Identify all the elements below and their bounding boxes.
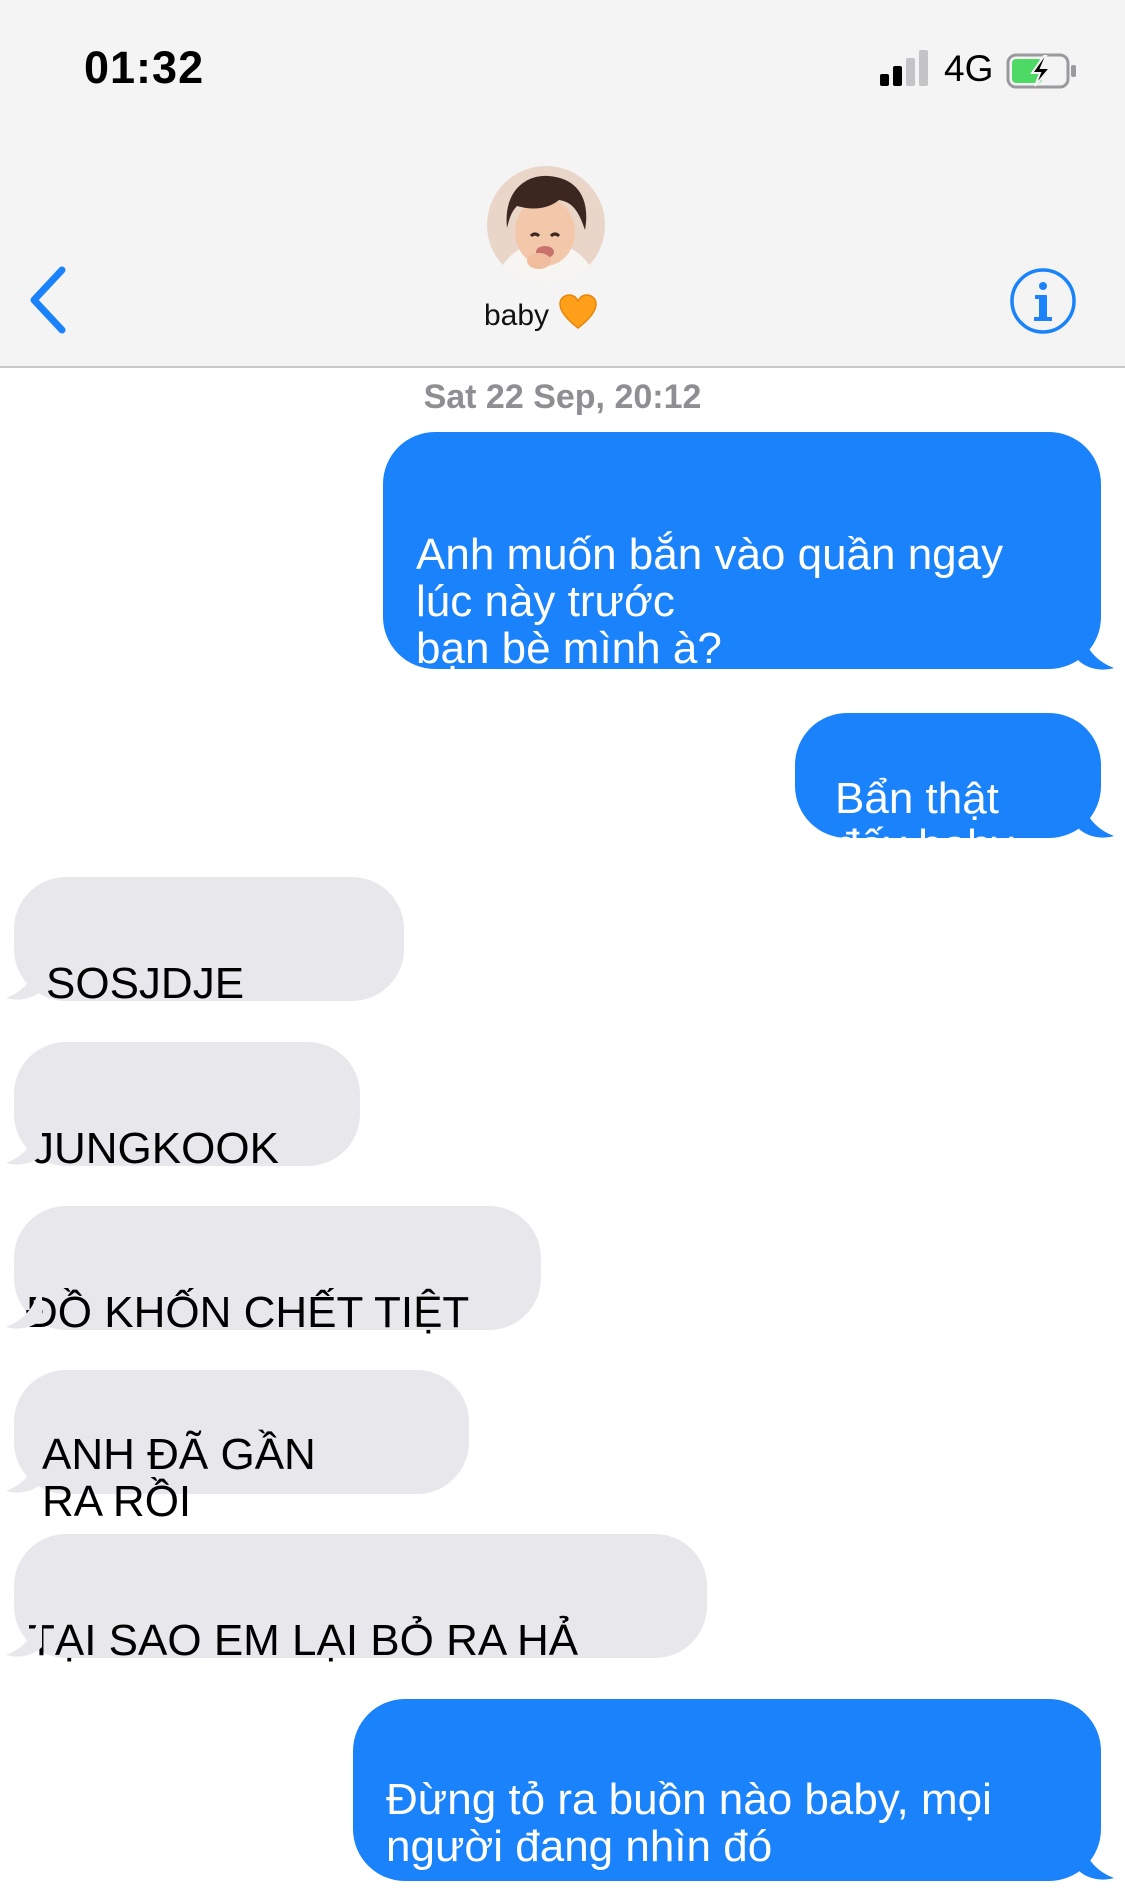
incoming-bubble-tail [6,1127,42,1165]
message-text: ANH ĐÃ GẦN RA RỒI [42,1430,316,1526]
cellular-signal-icon [880,50,932,86]
message-text: ĐỒ KHỐN CHẾT TIỆT [26,1288,470,1337]
message-text: TẠI SAO EM LẠI BỎ RA HẢ [28,1616,579,1665]
contact-avatar[interactable] [487,166,605,284]
contact-name: baby [484,299,550,332]
outgoing-message-bubble[interactable]: Đừng tỏ ra buồn nào baby, mọi người đang… [353,1699,1101,1881]
incoming-message-bubble[interactable]: ANH ĐÃ GẦN RA RỒI [14,1370,469,1525]
contact-name-row[interactable]: baby [484,294,597,338]
conversation-timestamp: Sat 22 Sep, 20:12 [423,378,702,416]
incoming-bubble-tail [6,1619,42,1657]
message-text: SOSJDJE [46,959,245,1008]
incoming-message-bubble[interactable]: SOSJDJE [14,877,404,1007]
message-text: JUNGKOOK [32,1124,279,1173]
incoming-bubble-tail [6,962,42,1000]
status-time: 01:32 [84,42,205,93]
incoming-bubble-tail [6,1455,42,1493]
info-icon[interactable] [1008,266,1078,336]
message-text: Anh muốn bắn vào quần ngay lúc này trước… [416,530,1004,673]
battery-charging-icon [1006,53,1076,89]
outgoing-message-bubble[interactable]: Anh muốn bắn vào quần ngay lúc này trước… [383,432,1101,672]
message-text: Đừng tỏ ra buồn nào baby, mọi người đang… [386,1775,992,1871]
incoming-message-bubble[interactable]: ĐỒ KHỐN CHẾT TIỆT [14,1206,541,1336]
conversation-header: 01:32 4G baby [0,0,1125,368]
network-type: 4G [944,48,994,89]
back-chevron-icon[interactable] [22,262,78,338]
outgoing-bubble-tail [1078,800,1114,838]
incoming-message-bubble[interactable]: TẠI SAO EM LẠI BỎ RA HẢ [14,1534,707,1664]
incoming-bubble-tail [6,1291,42,1329]
avatar-photo [487,166,605,284]
orange-heart-icon [559,294,597,338]
outgoing-bubble-tail [1078,1842,1114,1880]
outgoing-bubble-tail [1078,632,1114,670]
outgoing-message-bubble[interactable]: Bẩn thật đấy baby [795,713,1101,869]
message-text: Bẩn thật đấy baby [835,774,1014,870]
incoming-message-bubble[interactable]: JUNGKOOK [14,1042,360,1172]
